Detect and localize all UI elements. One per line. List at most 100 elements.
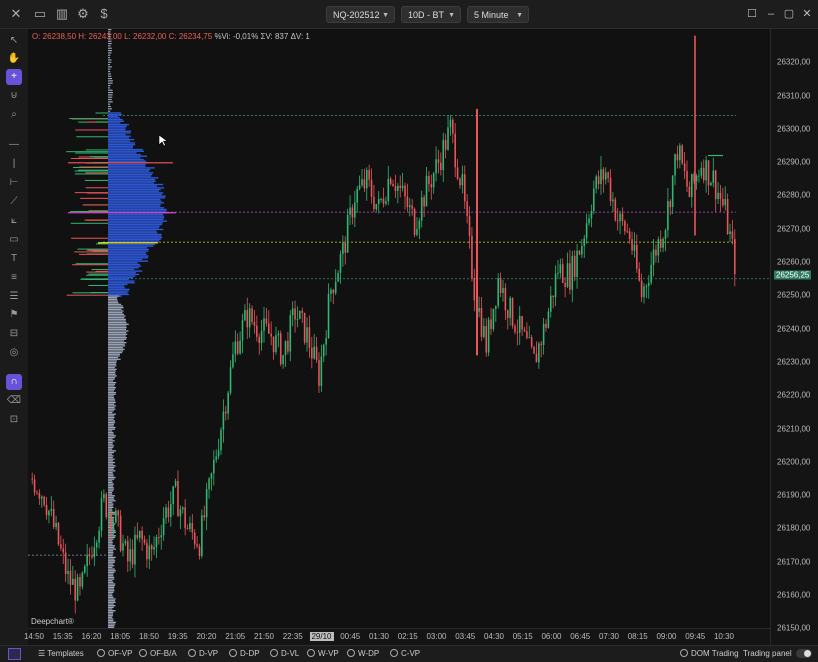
- overlay-option-of-b-a[interactable]: OF-B/A: [139, 649, 177, 658]
- close-icon[interactable]: ✕: [8, 6, 24, 22]
- overlay-option-w-dp[interactable]: W-DP: [347, 649, 379, 658]
- candle-body: [483, 325, 485, 337]
- overlay-option-of-vp[interactable]: OF-VP: [97, 649, 132, 658]
- layout-icon[interactable]: ▭: [32, 6, 48, 22]
- delta-mark: [70, 157, 108, 159]
- volume-profile-bar: [108, 438, 113, 440]
- price-axis[interactable]: 26320,00 26310,00 26300,00 26290,00 26280,00…: [770, 29, 818, 645]
- candle-body: [248, 308, 251, 328]
- overlay-option-d-vl[interactable]: D-VL: [270, 649, 299, 658]
- candle-body: [428, 175, 430, 185]
- volume-profile-bar: [108, 456, 113, 459]
- candle-body: [95, 542, 98, 548]
- overlay-option-c-vp[interactable]: C-VP: [390, 649, 420, 658]
- volume-profile-bar: [108, 267, 139, 269]
- trend-line-icon[interactable]: ⟋: [6, 194, 22, 210]
- time-tick: 29/10: [309, 632, 334, 641]
- eye-settings-icon[interactable]: ◎: [6, 345, 22, 361]
- range-dropdown[interactable]: 10D - BT ▼: [401, 6, 461, 23]
- candle-body: [686, 171, 688, 187]
- ray-icon[interactable]: ⊢: [6, 175, 22, 191]
- vertical-line-icon[interactable]: |: [6, 156, 22, 172]
- hand-icon[interactable]: ✋: [6, 51, 22, 67]
- window-close-icon[interactable]: ✕: [800, 7, 814, 21]
- candle-body: [296, 318, 299, 320]
- gear-icon[interactable]: ⚙: [75, 6, 91, 22]
- dom-trading-label: DOM Trading: [691, 649, 739, 658]
- candle-body: [502, 287, 504, 293]
- overlay-option-d-vp[interactable]: D-VP: [188, 649, 218, 658]
- flag-icon[interactable]: ⚑: [6, 307, 22, 323]
- candle-body: [155, 537, 158, 547]
- restore-icon[interactable]: ▢: [782, 7, 796, 21]
- volume-profile-bar: [108, 613, 113, 615]
- volume-profile-bar: [108, 580, 113, 582]
- volume-profile-bar: [108, 388, 115, 390]
- channel-icon[interactable]: ☰: [6, 289, 22, 305]
- candle-body: [208, 478, 210, 490]
- candle-body: [607, 172, 609, 179]
- zoom-icon[interactable]: ⌕: [6, 107, 22, 123]
- volume-profile-bar: [108, 558, 115, 560]
- panel-icon[interactable]: [8, 648, 21, 660]
- rectangle-icon[interactable]: ▭: [6, 232, 22, 248]
- symbol-dropdown[interactable]: NQ-202512 ▼: [326, 6, 395, 23]
- volume-profile-bar: [108, 307, 124, 309]
- magnet-icon[interactable]: ⊍: [6, 88, 22, 104]
- volume-profile-bar: [108, 468, 114, 470]
- trading-panel-switch[interactable]: [796, 649, 812, 658]
- volume-profile-bar: [108, 200, 162, 202]
- volume-profile-bar: [108, 270, 143, 272]
- interval-dropdown[interactable]: 5 Minute ▼: [467, 6, 529, 23]
- candle-body: [452, 119, 454, 134]
- overlay-option-w-vp[interactable]: W-VP: [307, 649, 339, 658]
- horizontal-line-icon[interactable]: —: [6, 137, 22, 153]
- candle-body: [239, 340, 241, 354]
- volume-profile-bar: [108, 320, 126, 322]
- templates-button[interactable]: ☰ Templates: [38, 649, 84, 658]
- candle-body: [394, 186, 397, 191]
- pointer-icon[interactable]: ↖: [6, 33, 22, 49]
- candle-body: [420, 197, 423, 221]
- eraser-icon[interactable]: ⌫: [6, 393, 22, 409]
- volume-profile-bar: [108, 466, 115, 469]
- minimize-icon[interactable]: –: [764, 7, 778, 21]
- candle-body: [518, 316, 521, 333]
- candle-body: [387, 178, 390, 202]
- volume-profile-bar: [108, 272, 136, 274]
- magnet-mode-icon[interactable]: ∩: [6, 374, 22, 390]
- volume-profile-icon[interactable]: ⊟: [6, 326, 22, 342]
- ruler-icon[interactable]: ⟀: [6, 213, 22, 229]
- fib-icon[interactable]: ≡: [6, 270, 22, 286]
- price-chart[interactable]: O: 26238,50 H: 26243,00 L: 26232,00 C: 2…: [28, 29, 770, 645]
- candle-body: [279, 333, 282, 365]
- overlay-option-label: D-VL: [281, 649, 300, 658]
- volume-profile-bar: [108, 218, 164, 221]
- crosshair-icon[interactable]: +: [6, 69, 22, 85]
- delta-mark: [82, 204, 108, 206]
- dom-trading-toggle[interactable]: DOM Trading: [680, 649, 739, 658]
- dollar-icon[interactable]: $: [96, 6, 112, 22]
- candle-body: [124, 541, 127, 544]
- delta-mark: [66, 151, 108, 153]
- candle-body: [198, 546, 201, 556]
- overlay-option-d-dp[interactable]: D-DP: [229, 649, 260, 658]
- chart-canvas[interactable]: [28, 29, 770, 645]
- candle-body: [499, 278, 502, 293]
- candle-body: [358, 185, 361, 189]
- candle-body: [43, 496, 45, 505]
- volume-profile-bar: [108, 353, 121, 355]
- price-tick: 26200,00: [777, 457, 811, 467]
- lock-icon[interactable]: ⊡: [6, 412, 22, 428]
- maximize-square-icon[interactable]: ☐: [745, 7, 759, 21]
- bar-chart-icon[interactable]: ▥: [54, 6, 70, 22]
- text-icon[interactable]: T: [6, 251, 22, 267]
- volume-profile-bar: [108, 217, 165, 219]
- time-axis[interactable]: 14:50 15:35 16:20 18:05 18:50 19:35 20:20 21:05…: [24, 628, 770, 646]
- candle-body: [526, 331, 528, 338]
- price-tick: 26290,00: [777, 157, 811, 167]
- volume-profile-bar: [108, 73, 111, 75]
- volume-profile-bar: [108, 312, 123, 314]
- volume-profile-bar: [108, 358, 121, 360]
- candle-body: [700, 167, 703, 176]
